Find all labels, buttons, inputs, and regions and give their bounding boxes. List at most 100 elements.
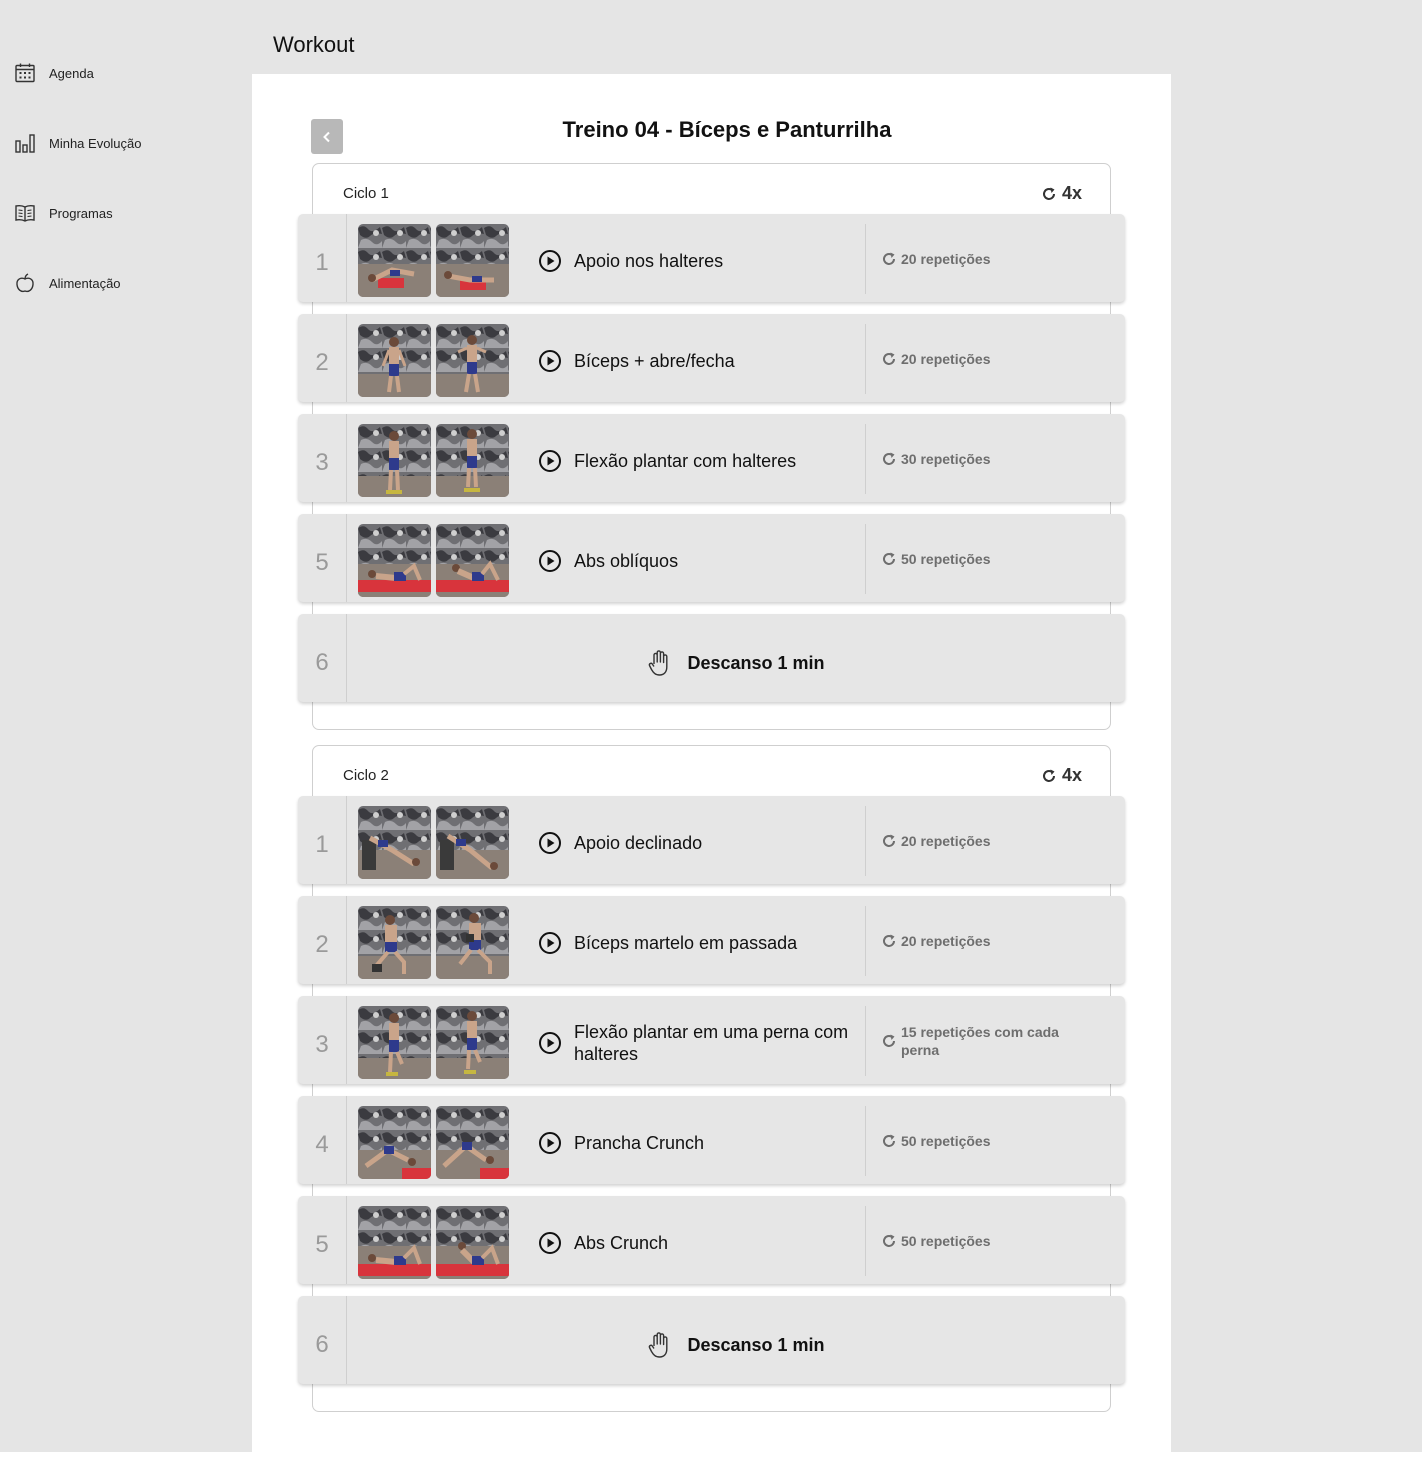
- exercise-row[interactable]: 1 Apoio declinado 20 repetições: [298, 796, 1125, 884]
- sidebar-item-label: Alimentação: [49, 275, 121, 291]
- cycle-repeat-count: 4x: [1061, 765, 1082, 785]
- cycle-card: Ciclo 1 4x 1 Apoio nos halteres 20 repet…: [298, 163, 1125, 730]
- exercise-row[interactable]: 5 Abs Crunch 50 repetições: [298, 1196, 1125, 1284]
- cycle-repeat: 4x: [1041, 183, 1082, 204]
- exercise-number: 6: [298, 1296, 347, 1384]
- divider: [865, 1106, 866, 1176]
- reps-text: 20 repetições: [901, 251, 991, 267]
- exercise-row[interactable]: 5 Abs oblíquos 50 repetições: [298, 514, 1125, 602]
- calendar-icon: [14, 62, 36, 84]
- reps-text: 20 repetições: [901, 933, 991, 949]
- chevron-left-icon: [323, 131, 330, 142]
- exercise-thumbnail[interactable]: [436, 906, 509, 979]
- exercise-name-text: Abs Crunch: [574, 1232, 669, 1253]
- exercise-row[interactable]: 4 Prancha Crunch 50 repetições: [298, 1096, 1125, 1184]
- exercise-name[interactable]: Flexão plantar em uma perna com halteres: [538, 996, 853, 1084]
- repeat-icon: [883, 552, 895, 565]
- repeat-icon: [883, 452, 895, 465]
- exercise-thumbnail[interactable]: [358, 224, 431, 297]
- rest-block: Descanso 1 min: [347, 614, 1125, 702]
- apple-icon: [14, 272, 36, 294]
- exercise-thumbnail[interactable]: [436, 1106, 509, 1179]
- hand-icon: [649, 1332, 668, 1358]
- repeat-icon: [883, 252, 895, 265]
- exercise-name[interactable]: Apoio declinado: [538, 796, 853, 884]
- exercise-number: 2: [298, 314, 347, 402]
- rest-row: 6 Descanso 1 min: [298, 614, 1125, 702]
- exercise-number: 5: [298, 1196, 347, 1284]
- exercise-thumbnail[interactable]: [436, 224, 509, 297]
- exercise-reps: 50 repetições: [881, 514, 1091, 602]
- repeat-icon: [1042, 769, 1055, 782]
- divider: [865, 906, 866, 976]
- exercise-reps: 20 repetições: [881, 314, 1091, 402]
- exercise-number: 3: [298, 414, 347, 502]
- exercise-name-text: Flexão plantar com halteres: [574, 450, 797, 471]
- exercise-name[interactable]: Prancha Crunch: [538, 1096, 853, 1184]
- cycle-card: Ciclo 2 4x 1 Apoio declinado 20 repetiçõ…: [298, 745, 1125, 1412]
- exercise-thumbnail[interactable]: [436, 524, 509, 597]
- sidebar-item-programas[interactable]: Programas: [14, 200, 113, 226]
- sidebar-item-label: Agenda: [49, 65, 94, 81]
- exercise-name[interactable]: Apoio nos halteres: [538, 214, 853, 302]
- rest-block: Descanso 1 min: [347, 1296, 1125, 1384]
- exercise-thumbnail[interactable]: [358, 1206, 431, 1279]
- exercise-number: 1: [298, 796, 347, 884]
- divider: [865, 806, 866, 876]
- exercise-thumbnail[interactable]: [358, 1106, 431, 1179]
- divider: [865, 424, 866, 494]
- exercise-thumbnail[interactable]: [436, 1206, 509, 1279]
- repeat-icon: [883, 352, 895, 365]
- exercise-thumbnail[interactable]: [436, 424, 509, 497]
- sidebar-item-agenda[interactable]: Agenda: [14, 60, 94, 86]
- exercise-number: 5: [298, 514, 347, 602]
- exercise-thumbnail[interactable]: [358, 906, 431, 979]
- exercise-name[interactable]: Abs Crunch: [538, 1196, 853, 1284]
- reps-text: 50 repetições: [901, 551, 991, 567]
- exercise-name-text: Abs oblíquos: [574, 550, 679, 571]
- exercise-row[interactable]: 2 Bíceps + abre/fecha 20 repetições: [298, 314, 1125, 402]
- divider: [865, 1006, 866, 1076]
- divider: [865, 224, 866, 294]
- cycle-name: Ciclo 1: [343, 185, 389, 202]
- exercise-row[interactable]: 3 Flexão plantar com halteres 30 repetiç…: [298, 414, 1125, 502]
- exercise-thumbnail[interactable]: [436, 324, 509, 397]
- exercise-name[interactable]: Abs oblíquos: [538, 514, 853, 602]
- exercise-row[interactable]: 2 Bíceps martelo em passada 20 repetiçõe…: [298, 896, 1125, 984]
- exercise-reps: 50 repetições: [881, 1196, 1091, 1284]
- sidebar-item-alimentacao[interactable]: Alimentação: [14, 270, 121, 296]
- play-icon: [539, 249, 561, 272]
- exercise-name[interactable]: Bíceps martelo em passada: [538, 896, 853, 984]
- exercise-name[interactable]: Flexão plantar com halteres: [538, 414, 853, 502]
- repeat-icon: [883, 1034, 895, 1047]
- cycle-repeat-count: 4x: [1061, 183, 1082, 203]
- exercise-row[interactable]: 1 Apoio nos halteres 20 repetições: [298, 214, 1125, 302]
- play-icon: [539, 831, 561, 854]
- rest-text: Descanso 1 min: [687, 652, 825, 673]
- exercise-thumbnail[interactable]: [358, 424, 431, 497]
- exercise-row[interactable]: 3 Flexão plantar em uma perna com halter…: [298, 996, 1125, 1084]
- sidebar-item-minha-evolucao[interactable]: Minha Evolução: [14, 130, 142, 156]
- cycle-name: Ciclo 2: [343, 767, 389, 784]
- divider: [865, 524, 866, 594]
- exercise-thumbnail[interactable]: [358, 1006, 431, 1079]
- play-icon: [539, 1031, 561, 1054]
- exercise-thumbnail[interactable]: [358, 524, 431, 597]
- back-button[interactable]: [311, 119, 343, 154]
- exercise-reps: 15 repetições com cada perna: [881, 996, 1091, 1084]
- play-icon: [539, 449, 561, 472]
- exercise-thumbnail[interactable]: [436, 1006, 509, 1079]
- exercise-thumbnail[interactable]: [358, 806, 431, 879]
- exercise-thumbnail[interactable]: [358, 324, 431, 397]
- reps-text: 20 repetições: [901, 833, 991, 849]
- exercise-reps: 20 repetições: [881, 214, 1091, 302]
- exercise-thumbnail[interactable]: [436, 806, 509, 879]
- exercise-name[interactable]: Bíceps + abre/fecha: [538, 314, 853, 402]
- page-title: Workout: [273, 32, 355, 57]
- exercise-reps: 20 repetições: [881, 896, 1091, 984]
- exercise-number: 2: [298, 896, 347, 984]
- cycle-repeat: 4x: [1041, 765, 1082, 786]
- workout-title: Treino 04 - Bíceps e Panturrilha: [562, 117, 892, 142]
- repeat-icon: [883, 834, 895, 847]
- book-icon: [14, 202, 36, 224]
